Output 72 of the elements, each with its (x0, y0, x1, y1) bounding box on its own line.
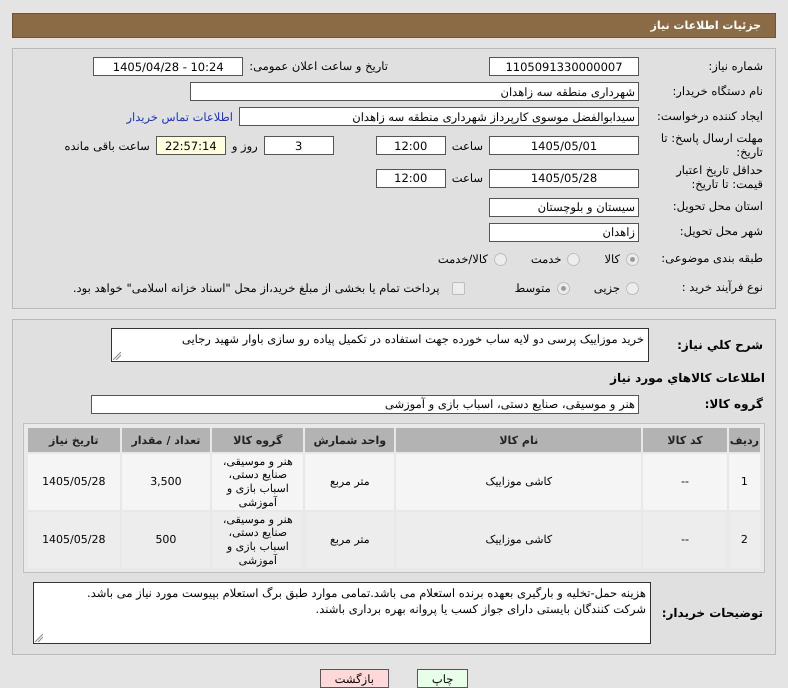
need-number-field: 1105091330000007 (489, 57, 639, 76)
table-cell: هنر و موسیقی، صنایع دستی، اسباب بازی و آموزشی (212, 454, 304, 510)
remaining-label: ساعت باقی مانده (64, 138, 150, 153)
column-header: ردیف (728, 428, 760, 452)
table-cell: متر مربع (305, 512, 394, 568)
print-button[interactable]: چاپ (416, 669, 468, 688)
treasury-note: پرداخت تمام یا بخشی از مبلغ خرید،از محل "اسناد خزانه اسلامی" خواهد بود. (72, 281, 440, 295)
page-title: جزئیات اطلاعات نیاز (650, 18, 761, 32)
radio-label: کالا/خدمت (438, 252, 488, 266)
checkbox[interactable] (452, 282, 465, 294)
field-label: توضیحات خریدار: (660, 606, 764, 620)
field-label: تاریخ و ساعت اعلان عمومی: (249, 60, 389, 74)
remaining-time-field: 22:57:14 (156, 136, 226, 156)
radio-button[interactable] (626, 282, 639, 294)
radio-button[interactable] (567, 252, 580, 266)
city-field: زاهدان (489, 222, 639, 242)
table-cell: 1405/05/28 (28, 454, 120, 510)
field-label: طبقه بندی موضوعی: (660, 252, 764, 266)
table-cell: کاشی موزاییک (396, 512, 642, 568)
radio-label: جزیی (594, 281, 620, 295)
table-cell: -- (643, 454, 727, 510)
radio-button[interactable] (494, 252, 507, 266)
field-label: مهلت ارسال پاسخ: تا تاریخ: (660, 132, 764, 160)
radio-label: کالا (604, 252, 620, 266)
radio-button[interactable] (626, 252, 639, 266)
province-field: سیستان و بلوچستان (489, 198, 639, 216)
table-cell: -- (643, 512, 727, 568)
table-cell: متر مربع (305, 454, 394, 510)
field-label: نوع فرآیند خرید : (680, 281, 764, 295)
column-header: کد کالا (643, 428, 727, 452)
field-label: نام دستگاه خریدار: (671, 84, 764, 99)
creator-field: سیدابوالفضل موسوی کارپرداز شهرداری منطقه سه زاهدان (239, 107, 639, 126)
table-cell: هنر و موسیقی، صنایع دستی، اسباب بازی و آموزشی (212, 512, 304, 568)
time-label: ساعت (452, 138, 483, 153)
back-button[interactable]: بازگشت (320, 669, 389, 688)
resize-handle-icon[interactable] (35, 634, 43, 642)
field-label: شماره نیاز: (707, 60, 764, 74)
time-label: ساعت (452, 171, 483, 186)
days-field: 3 (264, 136, 334, 156)
table-cell: 1405/05/28 (28, 512, 120, 568)
validity-date-field: 1405/05/28 (489, 168, 639, 188)
table-cell: 3,500 (122, 454, 210, 510)
table-cell: کاشی موزاییک (396, 454, 642, 510)
table-cell: 2 (728, 512, 760, 568)
goods-group-field: هنر و موسیقی، صنایع دستی، اسباب بازی و آموزشی (91, 394, 639, 414)
buyer-org-field: شهرداری منطقه سه زاهدان (190, 82, 639, 102)
description-field[interactable]: خرید موزاییک پرسی دو لایه ساب خورده جهت استفاده در تکمیل پیاده رو سازی باوار شهید رجایی (111, 328, 649, 362)
resize-handle-icon[interactable] (113, 352, 121, 360)
radio-label: متوسط (514, 281, 551, 295)
column-header: گروه کالا (212, 428, 304, 452)
table-cell: 500 (122, 512, 210, 568)
table-cell: 1 (728, 454, 760, 510)
field-label: ایجاد کننده درخواست: (656, 110, 764, 124)
field-label: گروه کالا: (704, 396, 764, 412)
validity-time-field: 12:00 (376, 168, 446, 188)
announce-date-field: 1405/04/28 - 10:24 (93, 57, 244, 76)
column-header: نام کالا (396, 428, 642, 452)
section-heading: اطلاعات كالاهاي مورد نياز (608, 371, 766, 385)
days-label: روز و (232, 138, 258, 153)
deadline-time-field: 12:00 (376, 136, 446, 156)
buyer-notes-field[interactable]: هزینه حمل-تخلیه و بارگیری بعهده برنده استعلام می باشد.تمامی موارد طبق برگ استعلام بپیوست مورد نیاز می باشد. شرکت کنندگان بایستی دارای جواز کسب یا پروانه بهره برداری باشند. (33, 582, 651, 644)
field-label: استان محل تحویل: (672, 200, 764, 214)
deadline-date-field: 1405/05/01 (489, 136, 639, 156)
radio-button[interactable] (556, 282, 570, 294)
column-header: تعداد / مقدار (122, 428, 210, 452)
field-label: حداقل تاریخ اعتبار قیمت: تا تاریخ: (674, 164, 764, 192)
field-label: شهر محل تحویل: (678, 225, 764, 239)
column-header: واحد شمارش (305, 428, 394, 452)
field-label: شرح كلي نياز: (676, 338, 764, 352)
column-header: تاریخ نیاز (28, 428, 120, 452)
buyer-contact-link[interactable]: اطلاعات تماس خریدار (126, 110, 233, 124)
radio-label: خدمت (530, 252, 562, 266)
